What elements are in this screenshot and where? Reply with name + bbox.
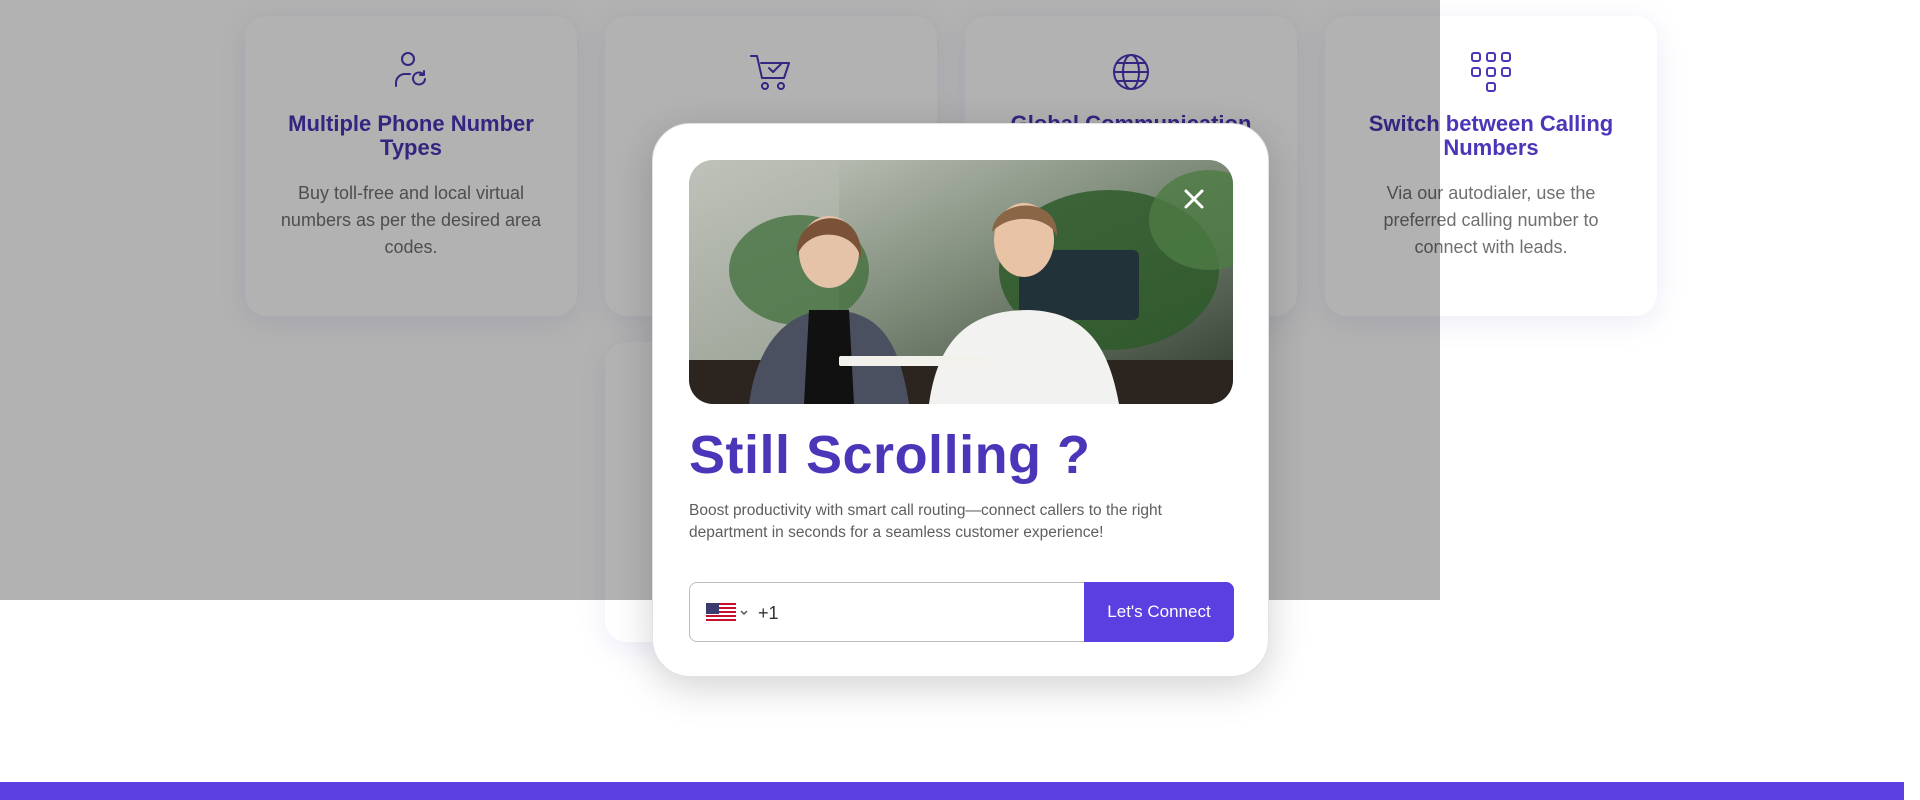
dial-code: +1 bbox=[758, 603, 779, 623]
modal-title: Still Scrolling ? bbox=[689, 425, 1091, 485]
phone-input[interactable] bbox=[790, 593, 1090, 633]
phone-form: +1 Let's Connect bbox=[689, 582, 1234, 642]
two-colleagues-reviewing-document-photo bbox=[689, 160, 1233, 404]
dialpad-icon bbox=[1471, 52, 1511, 92]
close-icon[interactable] bbox=[1179, 184, 1209, 214]
country-select[interactable] bbox=[706, 603, 752, 623]
us-flag-icon bbox=[706, 603, 748, 623]
lets-connect-button[interactable]: Let's Connect bbox=[1084, 582, 1234, 642]
modal-description: Boost productivity with smart call routi… bbox=[689, 502, 1162, 541]
lead-capture-modal: Still Scrolling ? Boost productivity wit… bbox=[652, 123, 1269, 677]
footer-band bbox=[0, 782, 1904, 800]
